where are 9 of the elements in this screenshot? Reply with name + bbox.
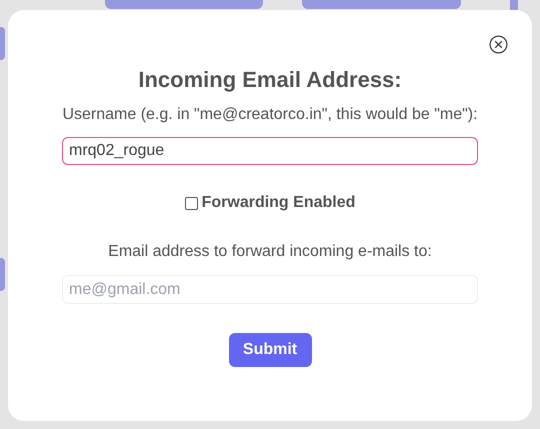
username-label: Username (e.g. in "me@creatorco.in", this would be "me"): [62, 105, 478, 125]
close-icon[interactable] [489, 35, 508, 54]
checkbox-label: Forwarding Enabled [202, 193, 356, 213]
submit-button[interactable]: Submit [228, 333, 312, 367]
username-field[interactable]: mrq02_rogue [62, 137, 478, 165]
dialog-title: Incoming Email Address: [138, 66, 402, 94]
forward-email-field[interactable]: me@gmail.com [62, 275, 478, 304]
forward-label: Email address to forward incoming e-mails to: [108, 242, 432, 262]
checkbox[interactable] [184, 196, 198, 210]
